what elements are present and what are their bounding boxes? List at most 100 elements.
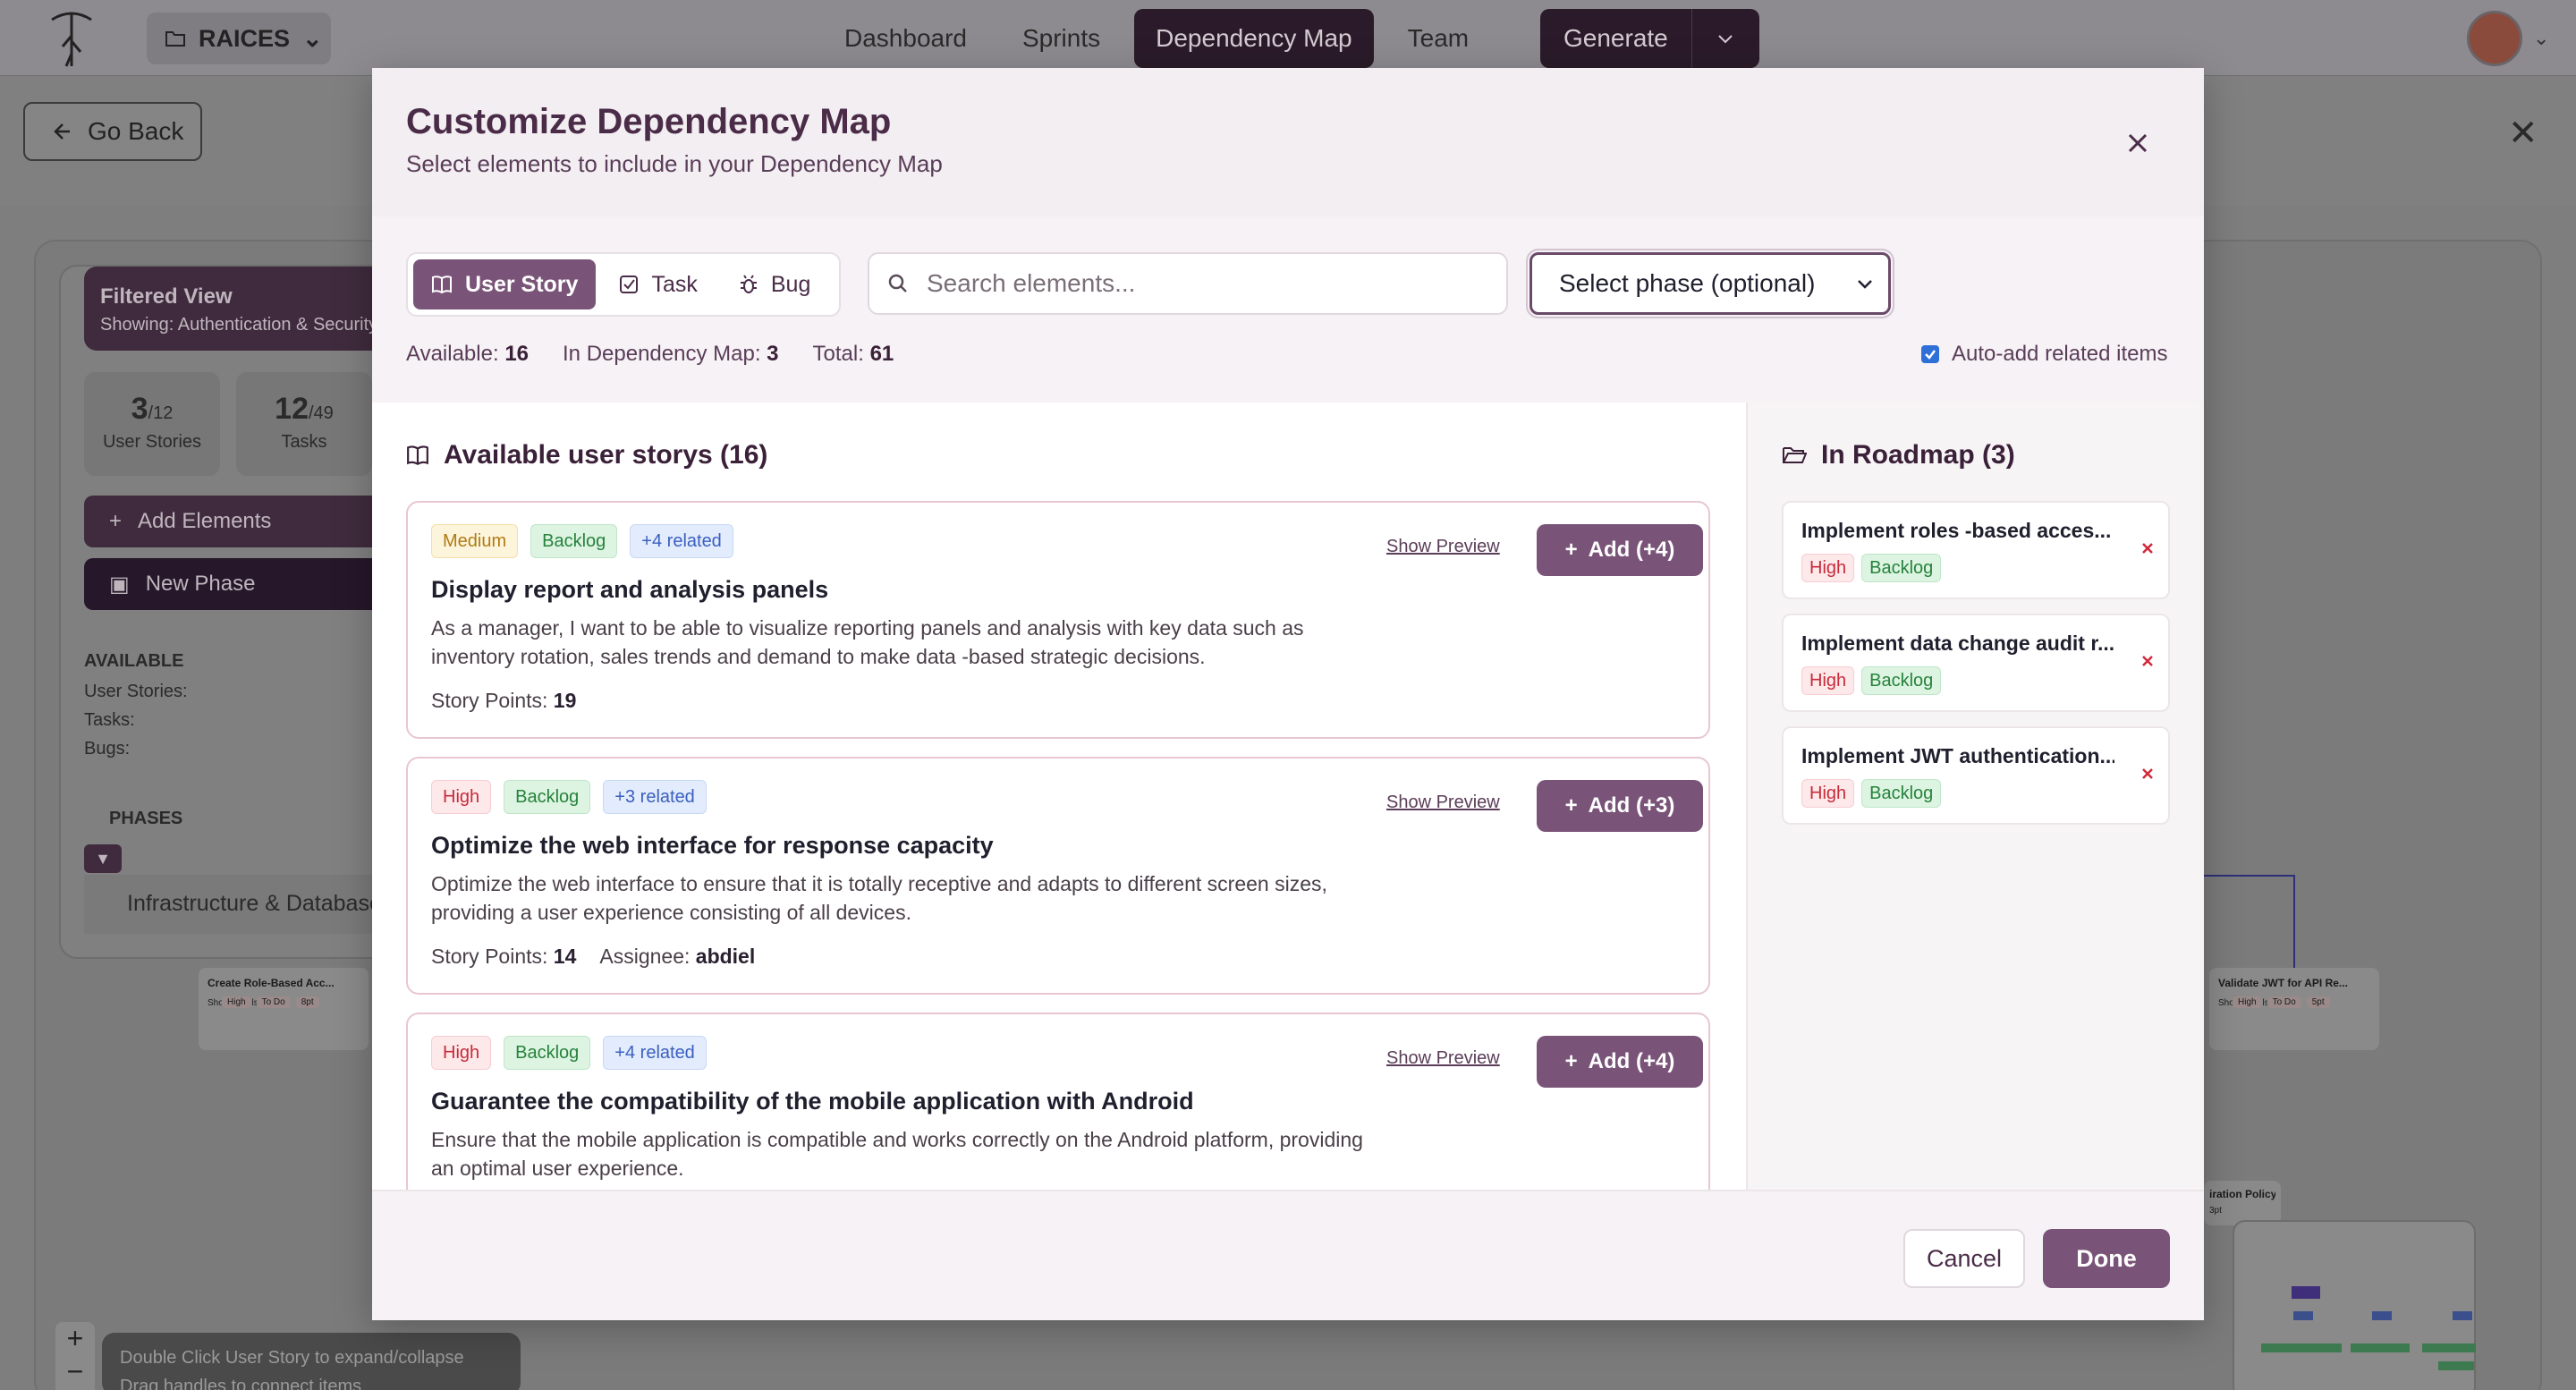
chevron-down-icon: ⌄ — [302, 24, 323, 52]
status-badge: Backlog — [530, 524, 618, 558]
item-title: Optimize the web interface for response … — [431, 832, 994, 859]
zoom-in-button[interactable]: + — [55, 1322, 95, 1355]
nav-dependency-map[interactable]: Dependency Map — [1134, 9, 1374, 68]
zoom-out-button[interactable]: − — [55, 1355, 95, 1388]
modal-toolbar: User Story Task Bug Select phase (option… — [372, 216, 2204, 403]
map-node-card[interactable]: iration Policy 3pt — [2204, 1181, 2281, 1225]
cancel-button[interactable]: Cancel — [1903, 1229, 2025, 1288]
folder-icon — [165, 31, 185, 47]
minimap-node — [2261, 1343, 2342, 1352]
minimap-node — [2293, 1311, 2313, 1320]
phase-select[interactable]: Select phase (optional) — [1526, 249, 1894, 318]
auto-add-checkbox[interactable] — [1921, 345, 1939, 363]
status-badge: Backlog — [504, 1036, 591, 1070]
remove-icon[interactable] — [2134, 760, 2161, 787]
add-button[interactable]: + Add (+3) — [1537, 780, 1703, 832]
minimap[interactable] — [2233, 1220, 2476, 1390]
project-selector[interactable]: RAICES ⌄ — [147, 13, 331, 64]
list-item: High Backlog +3 related Optimize the web… — [406, 757, 1710, 995]
show-preview-link[interactable]: Show Preview — [1386, 1048, 1500, 1069]
done-button[interactable]: Done — [2043, 1229, 2170, 1288]
in-roadmap-panel: In Roadmap (3) Implement roles -based ac… — [1746, 403, 2204, 1190]
plus-icon: + — [109, 509, 123, 533]
nav-dashboard[interactable]: Dashboard — [823, 9, 988, 68]
hint-connect: Drag handles to connect items — [120, 1377, 362, 1390]
roadmap-item-title: Implement JWT authentication... — [1801, 744, 2114, 767]
assignee: abdiel — [695, 945, 756, 968]
main-nav: Dashboard Sprints Dependency Map Team — [823, 9, 1490, 68]
filtered-view-banner: Filtered View Showing: Authentication & … — [84, 267, 397, 351]
dependency-edge — [2204, 875, 2295, 968]
plus-icon: + — [1564, 793, 1578, 818]
go-back-label: Go Back — [88, 117, 184, 145]
zoom-controls: + − — [55, 1322, 95, 1390]
modal-title: Customize Dependency Map — [406, 102, 892, 141]
plus-icon: + — [1564, 1049, 1578, 1073]
status-badge: Backlog — [1861, 779, 1942, 808]
map-node-card[interactable]: Create Role-Based Acc... High To Do 8pt Sh… — [199, 968, 369, 1050]
available-user-stories: User Stories: — [84, 682, 188, 701]
modal-footer: Cancel Done — [372, 1190, 2204, 1320]
tab-task[interactable]: Task — [601, 259, 715, 309]
phase-select-value: Select phase (optional) — [1559, 269, 1816, 297]
tab-bug[interactable]: Bug — [721, 259, 828, 309]
customize-dependency-map-modal: Customize Dependency Map Select elements… — [372, 68, 2204, 1320]
stat-tasks: 12/49 Tasks — [236, 372, 372, 476]
tab-user-story[interactable]: User Story — [413, 259, 597, 309]
back-arrow-icon — [54, 123, 70, 140]
available-list-panel[interactable]: Available user storys (16) Medium Backlo… — [372, 403, 1746, 1190]
close-icon[interactable]: ✕ — [2508, 113, 2538, 154]
remove-icon[interactable] — [2134, 535, 2161, 562]
priority-badge: High — [1801, 779, 1855, 808]
user-avatar[interactable] — [2467, 11, 2522, 66]
add-button[interactable]: + Add (+4) — [1537, 524, 1703, 576]
add-button[interactable]: + Add (+4) — [1537, 1036, 1703, 1088]
modal-header: Customize Dependency Map Select elements… — [372, 68, 2204, 216]
book-icon — [407, 445, 428, 466]
modal-subtitle: Select elements to include in your Depen… — [406, 150, 943, 177]
related-badge: +3 related — [603, 780, 707, 814]
new-phase-button[interactable]: ▣ New Phase — [84, 558, 397, 610]
generate-dropdown-button[interactable] — [1690, 9, 1759, 68]
generate-button[interactable]: Generate — [1540, 9, 1691, 68]
show-preview-link[interactable]: Show Preview — [1386, 792, 1500, 813]
search-input[interactable] — [927, 269, 1481, 298]
nav-sprints[interactable]: Sprints — [1001, 9, 1122, 68]
nav-team[interactable]: Team — [1386, 9, 1490, 68]
roadmap-heading: In Roadmap (3) — [1782, 440, 2015, 470]
story-points: 19 — [553, 689, 577, 712]
priority-badge: High — [431, 780, 492, 814]
chevron-down-icon[interactable]: ⌄ — [2533, 27, 2549, 50]
auto-add-toggle[interactable]: Auto-add related items — [1921, 342, 2167, 367]
top-navbar: RAICES ⌄ Dashboard Sprints Dependency Ma… — [0, 0, 2576, 75]
available-heading: Available user storys (16) — [406, 440, 767, 470]
logo-icon[interactable] — [43, 0, 100, 75]
item-title: Guarantee the compatibility of the mobil… — [431, 1088, 1194, 1115]
auto-add-label: Auto-add related items — [1952, 342, 2168, 366]
status-badge: Backlog — [1861, 666, 1942, 695]
in-map-count: 3 — [767, 342, 779, 366]
minimap-node — [2438, 1361, 2474, 1370]
go-back-button[interactable]: Go Back — [23, 102, 202, 161]
phase-item[interactable]: Infrastructure & Database — [84, 875, 397, 934]
item-tags: High Backlog +4 related — [431, 1036, 707, 1070]
priority-badge: High — [1801, 554, 1855, 582]
folder-open-icon — [1783, 447, 1807, 463]
show-preview-link[interactable]: Show Preview — [1386, 537, 1500, 557]
generate-group: Generate — [1540, 9, 1759, 68]
filtered-view-subtitle: Showing: Authentication & Security — [100, 315, 378, 335]
add-elements-button[interactable]: + Add Elements — [84, 496, 397, 547]
chevron-down-icon — [1858, 280, 1872, 289]
total-count: 61 — [869, 342, 894, 366]
priority-badge: High — [431, 1036, 492, 1070]
item-meta: Story Points: 19 — [431, 689, 577, 712]
filter-icon[interactable]: ▼ — [84, 844, 122, 873]
close-icon[interactable] — [2118, 123, 2157, 163]
priority-badge: Medium — [431, 524, 519, 558]
map-node-card[interactable]: Validate JWT for API Re... High To Do 5pt … — [2209, 968, 2379, 1050]
item-tags: High Backlog +3 related — [431, 780, 707, 814]
roadmap-item-title: Implement roles -based acces... — [1801, 519, 2112, 542]
book-icon — [432, 275, 452, 294]
stat-user-stories: 3/12 User Stories — [84, 372, 220, 476]
remove-icon[interactable] — [2134, 648, 2161, 674]
